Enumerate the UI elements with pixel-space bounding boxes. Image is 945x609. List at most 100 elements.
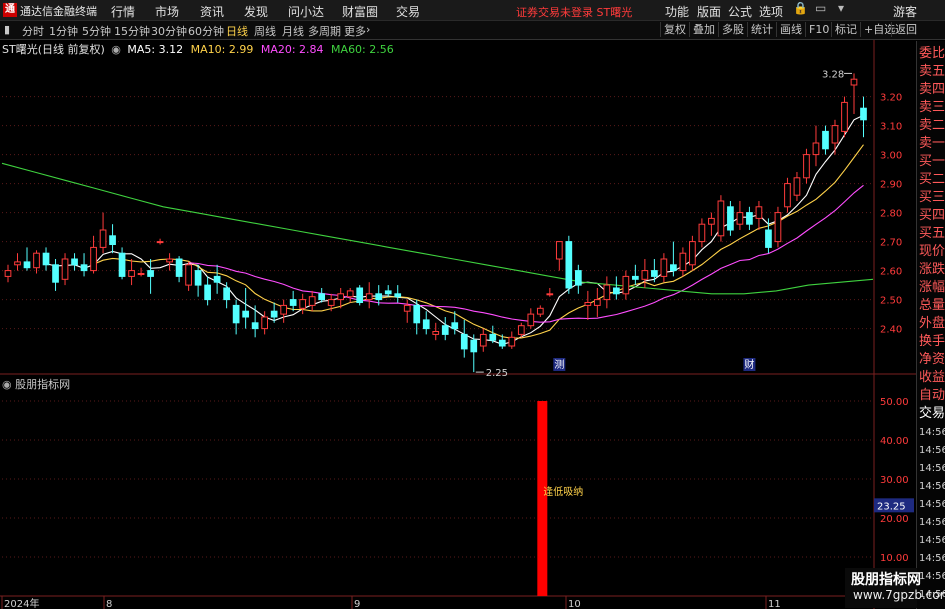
menu-faxian[interactable]: 发现 — [244, 3, 268, 20]
candle-body — [451, 322, 459, 330]
period-more[interactable]: 更多 — [344, 23, 366, 39]
candle-body — [432, 331, 440, 335]
candle-body — [213, 275, 221, 283]
indicator-toggle-icon[interactable]: ◉ — [2, 378, 12, 391]
indicator-tick-label: 30.00 — [880, 475, 909, 486]
menu-gongneng[interactable]: 功能 — [665, 3, 689, 20]
menu-wenxiaoda[interactable]: 问小达 — [288, 3, 324, 20]
menu-caifuquan[interactable]: 财富圈 — [342, 3, 378, 20]
back-button[interactable]: 返回 — [891, 22, 920, 37]
candle-body — [803, 154, 810, 179]
period-weekly[interactable]: 周线 — [254, 23, 276, 39]
period-toolbar: ▮ 分时 1分钟 5分钟 15分钟 30分钟 60分钟 日线 周线 月线 多周期… — [0, 21, 945, 40]
tick-time: 14:56 — [919, 553, 945, 564]
quote-label-outer: 外盘 — [919, 316, 945, 331]
candle-body — [204, 284, 211, 301]
tongji-button[interactable]: 统计 — [747, 22, 776, 37]
period-daily[interactable]: 日线 — [226, 23, 248, 39]
period-fenshi[interactable]: 分时 — [22, 23, 44, 39]
candle-body — [841, 101, 848, 132]
candle-body — [71, 258, 78, 266]
candle-body — [166, 258, 173, 263]
quote-label-sell2: 卖二 — [919, 118, 945, 133]
candle-body — [261, 316, 268, 330]
period-60min[interactable]: 60分钟 — [188, 23, 224, 39]
lock-icon[interactable]: 🔒 — [793, 1, 808, 15]
candle-body — [765, 229, 772, 248]
period-15min[interactable]: 15分钟 — [114, 23, 150, 39]
event-marker-cai[interactable]: 财 — [744, 358, 754, 371]
menu-jiaoyi[interactable]: 交易 — [396, 3, 420, 20]
guest-label[interactable]: 游客 — [893, 3, 917, 20]
date-label: 11 — [768, 599, 781, 609]
indicator-title-text: 股朋指标网 — [15, 378, 71, 391]
menu-xuanxiang[interactable]: 选项 — [759, 3, 783, 20]
quote-label-buy5: 买五 — [919, 226, 945, 241]
date-label: 2024年 — [4, 597, 39, 609]
biaoji-button[interactable]: 标记 — [831, 22, 860, 37]
period-multi[interactable]: 多周期 — [308, 23, 341, 39]
indicator-title: ◉ 股朋指标网 — [2, 376, 70, 392]
duogu-button[interactable]: 多股 — [718, 22, 747, 37]
indicator-tick-label: 10.00 — [880, 553, 909, 564]
huaxian-button[interactable]: 画线 — [776, 22, 805, 37]
price-tick-label: 2.70 — [880, 238, 902, 249]
candle-body — [508, 336, 516, 347]
candle-body — [232, 304, 240, 324]
f10-button[interactable]: F10 — [805, 22, 832, 37]
chevron-right-icon[interactable]: › — [366, 23, 370, 36]
candle-body — [52, 264, 59, 283]
period-monthly[interactable]: 月线 — [282, 23, 304, 39]
period-1min[interactable]: 1分钟 — [49, 23, 78, 39]
candle-body — [812, 142, 820, 156]
tick-time: 14:56 — [919, 445, 945, 456]
minimize-icon[interactable]: ▭ — [815, 1, 826, 15]
quote-label-volume: 总量 — [919, 298, 945, 313]
ma5-line — [45, 114, 864, 345]
chart-canvas[interactable]: 3.20 3.10 3.00 2.90 2.80 2.70 2.60 2.50 2.40 50.0… — [0, 40, 916, 609]
candle-body — [346, 290, 354, 298]
candle-body — [175, 258, 183, 277]
candle-body — [280, 304, 288, 315]
period-30min[interactable]: 30分钟 — [151, 23, 187, 39]
candle-body — [147, 270, 154, 277]
period-5min[interactable]: 5分钟 — [82, 23, 111, 39]
candle-body — [831, 125, 839, 144]
tab-trade[interactable]: 交易 — [919, 405, 945, 423]
fuquan-button[interactable]: 复权 — [660, 22, 689, 37]
candle-body — [527, 313, 535, 327]
tick-time: 14:56 — [919, 427, 945, 438]
quote-label-sell4: 卖四 — [919, 82, 945, 97]
candle-body — [4, 270, 12, 277]
menu-shichang[interactable]: 市场 — [155, 3, 179, 20]
menu-gongshi[interactable]: 公式 — [728, 3, 752, 20]
candle-body — [33, 252, 40, 269]
candle-body — [498, 339, 506, 347]
quote-label-turnover: 换手 — [919, 334, 945, 349]
diejia-button[interactable]: 叠加 — [689, 22, 718, 37]
menu-zixun[interactable]: 资讯 — [200, 3, 224, 20]
candle-body — [365, 293, 373, 301]
quote-label-earnings: 收益 — [919, 370, 945, 385]
candle-body — [536, 307, 544, 315]
quote-label-buy1: 买一 — [919, 154, 945, 169]
watermark-title: 股朋指标网 — [851, 572, 921, 588]
candle-body — [441, 325, 449, 335]
event-marker-ce[interactable]: 测 — [554, 358, 564, 371]
date-label: 9 — [354, 599, 360, 609]
quote-label-netasset: 净资 — [919, 352, 945, 367]
candle-body — [299, 299, 307, 309]
candle-body — [375, 293, 383, 301]
tab-auto[interactable]: 自动 — [919, 387, 945, 405]
menu-hangqing[interactable]: 行情 — [111, 3, 135, 20]
quote-panel: 委比 卖五 卖四 卖三 卖二 卖一 买一 买二 买三 买四 买五 现价 涨跌 涨… — [916, 41, 945, 609]
candle-body — [99, 229, 107, 248]
chevron-down-icon[interactable]: ▾ — [838, 1, 844, 15]
quote-label-price: 现价 — [919, 244, 945, 259]
candle-body — [613, 287, 620, 295]
candle-body — [670, 264, 677, 272]
candle-body — [641, 270, 649, 280]
menu-banmian[interactable]: 版面 — [697, 3, 721, 20]
candle-body — [755, 206, 763, 219]
quote-label-sell3: 卖三 — [919, 100, 945, 115]
